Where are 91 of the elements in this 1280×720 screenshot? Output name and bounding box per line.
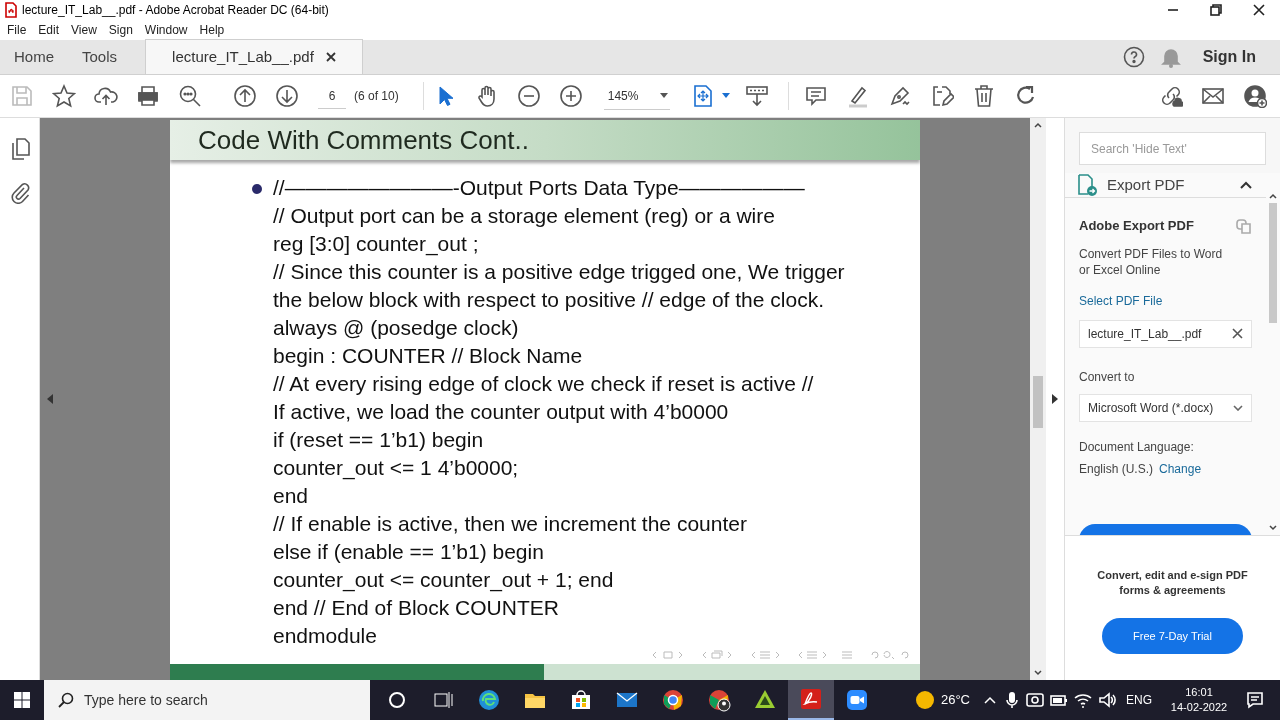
speaker-icon[interactable] — [1098, 691, 1116, 709]
browser-icon — [477, 688, 501, 712]
microphone-icon[interactable] — [1006, 691, 1018, 709]
code-line: //————————-Output Ports Data Type—————— — [273, 175, 806, 201]
search-field[interactable]: Search 'Hide Text' — [1079, 132, 1266, 165]
restore-icon[interactable] — [1209, 4, 1222, 16]
sign-in-link[interactable]: Sign In — [1202, 44, 1256, 69]
code-line: counter_out <= counter_out + 1; end — [273, 567, 615, 594]
code-line: // At every rising edge of clock we check if reset is active // — [273, 371, 815, 397]
code-line: reg [3:0] counter_out ; — [273, 231, 480, 258]
file-field[interactable]: lecture_IT_Lab__.pdf — [1079, 319, 1252, 348]
code-line: // If enable is active, then we increment the counter — [273, 511, 748, 537]
promo-text: Convert, edit and e-sign PDF forms & agreements — [1096, 568, 1249, 598]
video-camera-icon — [845, 688, 869, 712]
language-value: English (U.S.) — [1079, 460, 1154, 478]
code-line: the below block with respect to positive // edge of the clock. — [273, 287, 825, 313]
export-pdf-header[interactable]: Export PDF — [1065, 173, 1266, 198]
field-label: Document Language: — [1079, 438, 1195, 456]
slide-title: Code With Comments Cont.. — [198, 123, 529, 157]
browser-profile-icon — [707, 688, 731, 712]
star-icon[interactable] — [52, 84, 76, 108]
caret-icon — [721, 93, 730, 99]
taskbar-search-field[interactable]: Type here to search — [44, 680, 370, 720]
menu-item[interactable]: Edit — [38, 21, 60, 39]
temperature: 26°C — [940, 691, 970, 710]
scroll-thumb[interactable] — [1269, 203, 1277, 323]
paperclip-icon[interactable] — [9, 182, 30, 204]
format-dropdown[interactable]: Microsoft Word (*.docx) — [1079, 393, 1252, 422]
code-line: endmodule — [273, 623, 378, 649]
section-heading: Adobe Export PDF — [1079, 217, 1194, 235]
code-line: else if (enable == 1’b1) begin — [273, 539, 545, 565]
caret-icon — [659, 92, 668, 99]
pages-icon[interactable] — [9, 138, 30, 160]
link-cloud-icon[interactable] — [1159, 84, 1183, 108]
field-label: Convert to — [1079, 368, 1136, 386]
scrollbar[interactable] — [1030, 118, 1046, 680]
download-tray-icon[interactable] — [744, 84, 769, 108]
right-arrow-icon[interactable] — [1052, 394, 1058, 404]
copy-icon — [1236, 217, 1252, 234]
menu-item[interactable]: Window — [144, 21, 188, 39]
change-link[interactable]: Change — [1159, 459, 1202, 478]
add-user-icon[interactable] — [1243, 84, 1267, 108]
code-line: always @ (posedge clock) — [273, 315, 520, 341]
camera-shield-icon[interactable] — [1026, 691, 1044, 709]
sun-icon — [914, 690, 935, 710]
comment-icon[interactable] — [803, 84, 828, 108]
code-line: if (reset == 1’b1) begin — [273, 427, 485, 453]
description: Convert PDF Files to Word or Excel Online — [1079, 245, 1224, 278]
code-line: begin : COUNTER // Block Name — [273, 343, 584, 369]
zoom-search-icon[interactable] — [178, 84, 202, 108]
zoom-out-icon[interactable] — [516, 84, 541, 108]
input-language[interactable]: ENG — [1126, 691, 1152, 709]
notifications-icon[interactable] — [1246, 691, 1264, 709]
trial-button[interactable]: Free 7-Day Trial — [1102, 618, 1243, 654]
close-icon[interactable] — [325, 52, 336, 62]
pdf-app-icon — [799, 687, 823, 711]
tab[interactable]: lecture_IT_Lab__.pdf — [145, 39, 363, 74]
code-line: end — [273, 483, 310, 509]
code-line: // Output port can be a storage element (reg) or a wire — [273, 203, 776, 229]
select-file-link[interactable]: Select PDF File — [1079, 291, 1252, 310]
clear-icon[interactable] — [1232, 328, 1243, 339]
store-bag-icon — [569, 688, 593, 712]
convert-button[interactable] — [1079, 523, 1252, 535]
menu-item[interactable]: Help — [199, 21, 225, 39]
menu-item[interactable]: Sign — [108, 21, 133, 39]
chevron-icon — [1233, 404, 1243, 411]
bullet-icon — [251, 183, 263, 195]
left-arrow-icon[interactable] — [47, 394, 53, 404]
help-icon[interactable] — [1122, 45, 1145, 68]
code-line: end // End of Block COUNTER — [273, 595, 560, 621]
menu-item[interactable]: View — [71, 21, 97, 39]
chevron-up-icon[interactable] — [984, 696, 996, 704]
scroll-thumb[interactable] — [1033, 376, 1043, 428]
menu-item[interactable]: File — [7, 21, 27, 39]
print-icon[interactable] — [136, 84, 160, 108]
wifi-icon[interactable] — [1074, 691, 1092, 709]
window-title: lecture_IT_Lab__.pdf - Adobe Acrobat Reader DC (64-bit) — [22, 2, 329, 19]
close-icon[interactable] — [1252, 4, 1265, 16]
windows-logo-icon[interactable] — [14, 692, 30, 708]
chevron-icon — [1240, 181, 1252, 189]
page-number-field[interactable]: 6 — [318, 83, 346, 109]
zoom-dropdown[interactable]: 145% — [603, 82, 670, 110]
search-icon — [58, 692, 74, 708]
zoom-in-icon[interactable] — [558, 84, 583, 108]
clock[interactable]: 16:01 14-02-2022 — [1168, 685, 1230, 715]
pdf-file-icon — [4, 2, 18, 18]
page-count: (6 of 10) — [354, 88, 399, 105]
browser-icon — [661, 688, 685, 712]
code-line: counter_out <= 1 4’b0000; — [273, 455, 520, 482]
code-line: If active, we load the counter output with 4’b0000 — [273, 399, 730, 425]
code-line: // Since this counter is a positive edge trigged one, We trigger — [273, 259, 845, 285]
